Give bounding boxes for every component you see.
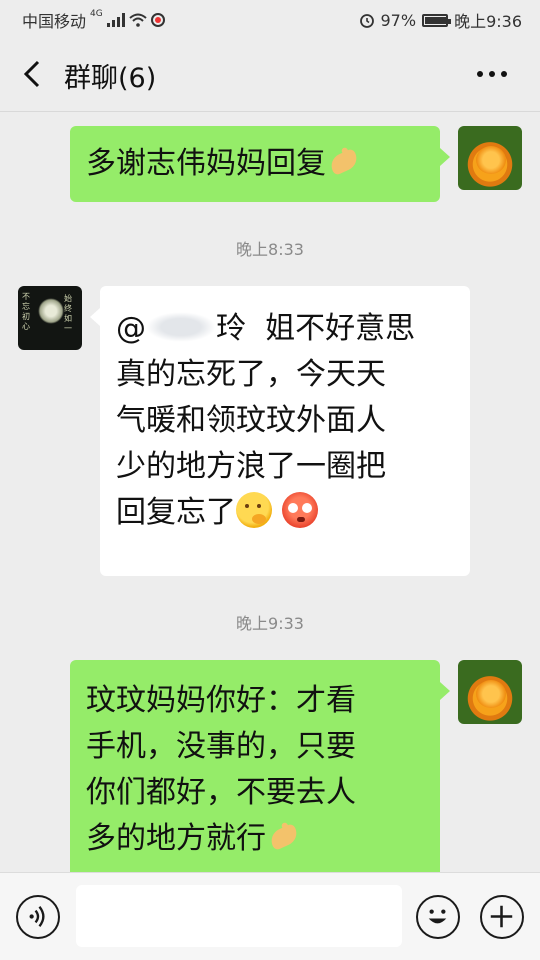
message-text: 回复忘了 <box>116 495 236 530</box>
plus-button[interactable] <box>480 895 524 939</box>
message-line: 少的地方浪了一圈把 <box>116 449 386 484</box>
more-horizontal-icon[interactable] <box>474 64 510 84</box>
status-right: 97% 晚上9:36 <box>359 8 522 32</box>
message-input-bar <box>0 872 540 960</box>
thinking-face-emoji <box>236 492 272 528</box>
avatar-text: 不忘初心 <box>22 292 30 331</box>
message-line: @ 玲 姐不好意思 <box>116 306 460 352</box>
timestamp: 晚上8:33 <box>236 240 304 259</box>
chat-title: 群聊(6) <box>64 63 157 94</box>
message-input[interactable] <box>76 885 402 947</box>
message-text: 姐不好意思 <box>265 311 416 346</box>
battery-icon <box>422 13 452 27</box>
my-avatar[interactable] <box>458 126 522 190</box>
message-line: 回复忘了 <box>116 490 460 536</box>
mention-prefix: @ <box>116 311 146 346</box>
status-time: 晚上9:36 <box>454 12 522 31</box>
chat-message-list[interactable]: 多谢志伟妈妈回复 晚上8:33 不忘初心 始终如一 @ 玲 姐不好意思 真的忘死了… <box>0 112 540 872</box>
message-line: 手机，没事的，只要 <box>86 729 356 764</box>
avatar-text: 始终如一 <box>64 294 72 333</box>
message-line: 玟玟妈妈你好：才看 <box>86 683 356 718</box>
message-text: 多谢志伟妈妈回复 <box>86 146 326 181</box>
alarm-icon <box>359 14 374 28</box>
ok-hand-emoji <box>266 818 302 854</box>
message-line: 真的忘死了，今天天 <box>116 357 386 392</box>
app-notification-icon <box>150 13 165 27</box>
other-message-bubble[interactable]: @ 玲 姐不好意思 真的忘死了，今天天 气暖和领玟玟外面人 少的地方浪了一圈把 回… <box>90 286 470 576</box>
my-message-bubble[interactable]: 玟玟妈妈你好：才看 手机，没事的，只要 你们都好，不要去人 多的地方就行 <box>70 660 450 872</box>
message-line: 气暖和领玟玟外面人 <box>116 403 386 438</box>
status-left: 中国移动 4G <box>22 8 165 32</box>
wifi-icon <box>129 13 147 27</box>
my-message-bubble[interactable]: 多谢志伟妈妈回复 <box>70 126 450 202</box>
my-avatar[interactable] <box>458 660 522 724</box>
chevron-left-icon[interactable] <box>18 58 48 90</box>
mention-suffix: 玲 <box>216 311 246 346</box>
flushed-face-emoji <box>281 492 318 528</box>
message-line: 你们都好，不要去人 <box>86 775 356 810</box>
flower-image <box>38 298 64 324</box>
message-line: 多的地方就行 <box>86 816 430 862</box>
plus-icon <box>490 905 513 928</box>
voice-button[interactable] <box>16 895 60 939</box>
voice-icon <box>29 906 45 927</box>
status-bar: 中国移动 4G 97% 晚上9:36 <box>0 0 540 36</box>
network-type-label: 4G <box>90 9 103 19</box>
chat-header: 群聊(6) <box>0 36 540 112</box>
emoji-button[interactable] <box>416 895 460 939</box>
redacted-name <box>146 312 216 342</box>
carrier-label: 中国移动 <box>22 12 87 31</box>
timestamp: 晚上9:33 <box>236 614 304 633</box>
message-text: 多的地方就行 <box>86 821 266 856</box>
emoji-icon <box>428 909 447 924</box>
battery-percent: 97% <box>380 10 417 30</box>
other-avatar[interactable]: 不忘初心 始终如一 <box>18 286 82 350</box>
ok-hand-emoji <box>326 143 362 179</box>
signal-icon <box>106 13 125 27</box>
